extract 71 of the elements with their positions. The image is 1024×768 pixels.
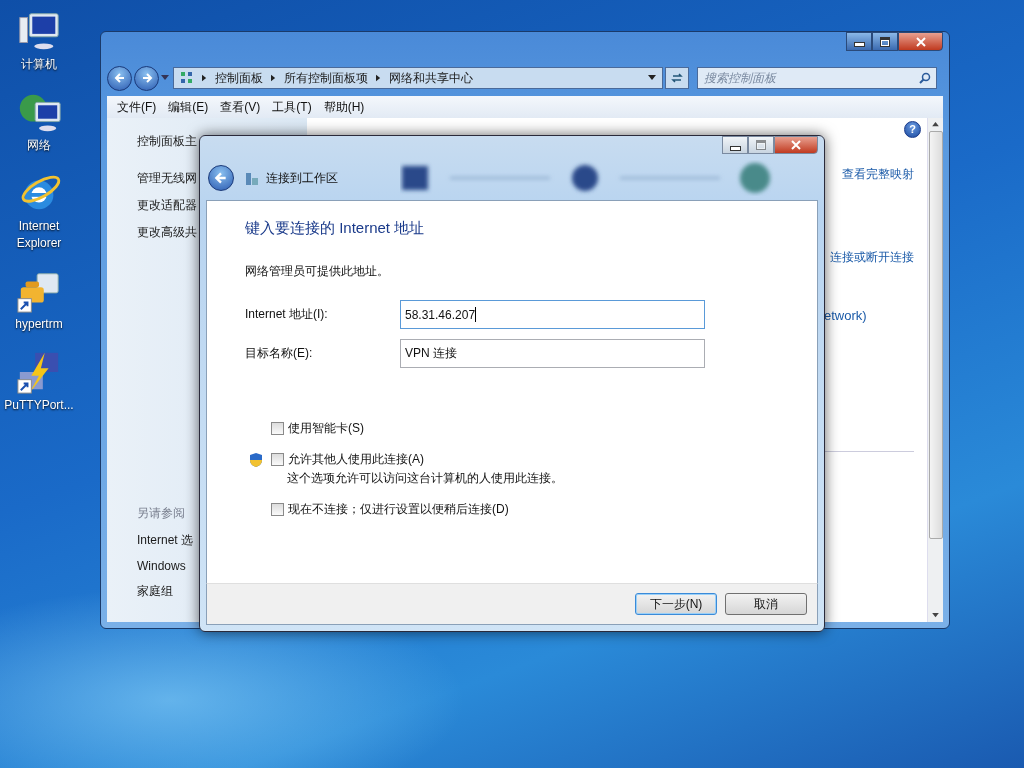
scroll-down-arrow-icon[interactable] xyxy=(932,613,939,618)
breadcrumb-item[interactable]: 控制面板 xyxy=(215,69,263,87)
search-field[interactable]: 搜索控制面板 xyxy=(697,67,937,89)
see-also-link[interactable]: Windows xyxy=(137,559,186,573)
see-also-link[interactable]: Internet 选 xyxy=(137,532,194,549)
input-field[interactable]: 58.31.46.207 xyxy=(400,300,705,329)
desktop-icon-label[interactable]: Internet Explorer xyxy=(1,218,77,252)
right-arrow-icon xyxy=(140,72,153,84)
checkbox[interactable] xyxy=(271,422,284,435)
option-description: 这个选项允许可以访问这台计算机的人使用此连接。 xyxy=(287,470,563,487)
close-icon xyxy=(915,36,926,47)
menu-item[interactable]: 帮助(H) xyxy=(319,98,373,116)
dialog-title: 连接到工作区 xyxy=(266,169,338,187)
shield-icon xyxy=(249,451,263,468)
breadcrumb-item[interactable]: 网络和共享中心 xyxy=(389,69,473,87)
field-label: 目标名称(E): xyxy=(245,345,314,362)
field-value: VPN 连接 xyxy=(405,345,457,362)
checkbox-label[interactable]: 允许其他人使用此连接(A) xyxy=(288,451,424,468)
checkbox[interactable] xyxy=(271,453,284,466)
buildings-icon xyxy=(244,170,260,186)
left-arrow-icon xyxy=(214,171,228,185)
field-label: Internet 地址(I): xyxy=(245,306,329,323)
checkbox[interactable] xyxy=(271,503,284,516)
menu-item[interactable]: 工具(T) xyxy=(268,98,320,116)
checkbox-label[interactable]: 现在不连接；仅进行设置以便稍后连接(D) xyxy=(288,501,509,518)
breadcrumb-item[interactable]: 所有控制面板项 xyxy=(284,69,368,87)
content-link[interactable]: 查看完整映射 xyxy=(842,166,914,183)
forward-button[interactable] xyxy=(134,65,159,91)
back-button[interactable] xyxy=(107,65,132,91)
desktop-icon-label[interactable]: 网络 xyxy=(1,137,77,154)
sidebar-link[interactable]: 控制面板主 xyxy=(137,133,197,150)
menu-item[interactable]: 编辑(E) xyxy=(164,98,217,116)
see-also-link[interactable]: 家庭组 xyxy=(137,583,173,600)
content-link[interactable]: 连接或断开连接 xyxy=(830,249,914,266)
minimize-button[interactable] xyxy=(846,32,872,51)
control-panel-icon xyxy=(180,71,194,85)
menu-item[interactable]: 查看(V) xyxy=(216,98,269,116)
sidebar-link[interactable]: 管理无线网 xyxy=(137,170,197,187)
close-button[interactable] xyxy=(898,32,943,51)
vertical-scrollbar[interactable] xyxy=(927,118,943,622)
input-field[interactable]: VPN 连接 xyxy=(400,339,705,368)
search-icon[interactable] xyxy=(919,72,931,84)
sidebar-link[interactable]: 更改高级共 xyxy=(137,224,197,241)
close-icon xyxy=(791,140,801,150)
dialog-heading: 键入要连接的 Internet 地址 xyxy=(245,219,425,238)
content-link[interactable]: etwork) xyxy=(822,308,867,323)
close-button[interactable] xyxy=(774,136,818,154)
breadcrumb-arrow-icon[interactable] xyxy=(376,74,381,82)
scroll-up-arrow-icon[interactable] xyxy=(932,122,939,127)
cancel-button[interactable]: 取消 xyxy=(725,593,807,615)
breadcrumb-arrow-icon[interactable] xyxy=(202,74,207,82)
intro-text: 网络管理员可提供此地址。 xyxy=(245,263,389,280)
address-bar[interactable]: 控制面板 所有控制面板项 网络和共享中心 xyxy=(173,67,663,89)
see-also-heading: 另请参阅 xyxy=(137,505,185,522)
minimize-button[interactable] xyxy=(722,136,748,154)
desktop-icon-label[interactable]: 计算机 xyxy=(1,56,77,73)
desktop-icon-label[interactable]: PuTTYPort... xyxy=(1,397,77,414)
field-value: 58.31.46.207 xyxy=(405,307,476,322)
checkbox-label[interactable]: 使用智能卡(S) xyxy=(288,420,364,437)
recent-pages-caret-icon[interactable] xyxy=(161,75,169,81)
refresh-button[interactable] xyxy=(665,67,689,89)
breadcrumb-arrow-icon[interactable] xyxy=(271,74,276,82)
back-button[interactable] xyxy=(208,165,234,191)
dropdown-caret-icon[interactable] xyxy=(648,75,656,81)
desktop-icon-label[interactable]: hypertrm xyxy=(1,316,77,333)
maximize-button[interactable] xyxy=(872,32,898,51)
sidebar-link[interactable]: 更改适配器 xyxy=(137,197,197,214)
left-arrow-icon xyxy=(113,72,126,84)
refresh-arrows-icon xyxy=(671,72,683,84)
next-button[interactable]: 下一步(N) xyxy=(635,593,717,615)
menu-item[interactable]: 文件(F) xyxy=(113,98,165,116)
